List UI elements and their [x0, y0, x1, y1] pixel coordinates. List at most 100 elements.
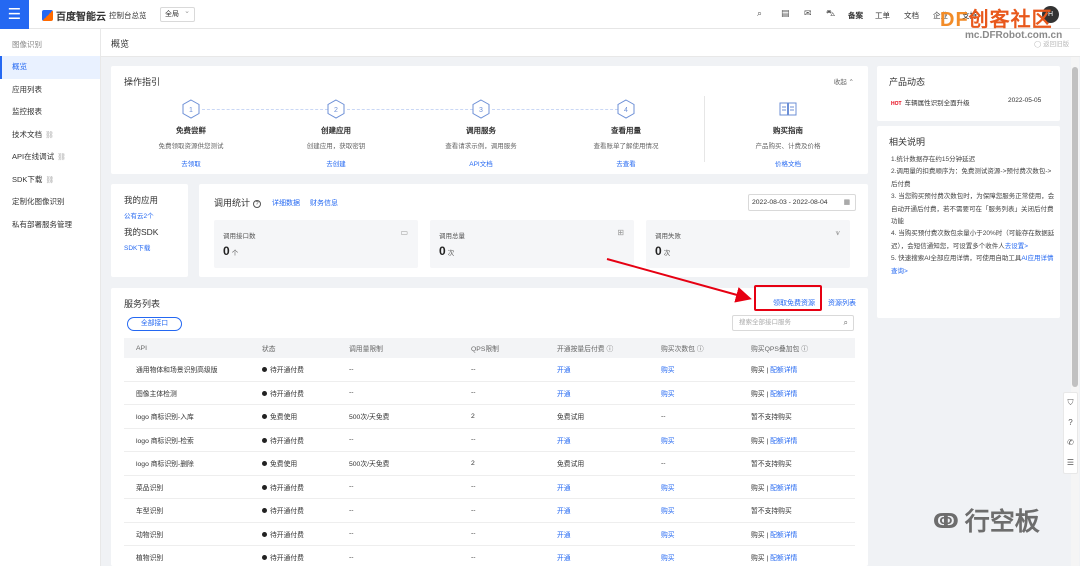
sidebar-item-monitor[interactable]: 监控报表 [0, 101, 100, 124]
page-header: 概览 ◯ 返回旧版 [101, 29, 1080, 57]
brand-logo[interactable]: 百度智能云 [42, 8, 106, 23]
shield-icon[interactable]: ⛉ [1064, 393, 1077, 413]
all-interfaces-button[interactable]: 全部接口 [127, 317, 182, 331]
cell-postpaid-action[interactable]: 开通 [551, 364, 655, 374]
quota-detail-link[interactable]: 配额详情 [768, 555, 797, 562]
sidebar-item-sdk[interactable]: SDK下载 ⛓ [0, 169, 100, 192]
cell-qps-package-action[interactable]: 购买 | 配额详情 [745, 482, 855, 492]
cell-qps-package-action[interactable]: 购买 | 配额详情 [745, 529, 855, 539]
cell-qps-package-action[interactable]: 购买 | 配额详情 [745, 435, 855, 445]
resource-list-link[interactable]: 资源列表 [828, 298, 856, 308]
cell-qps-package-action: 暂不支持购买 [751, 414, 792, 422]
cell-postpaid-action[interactable]: 开通 [551, 552, 655, 562]
book-icon [778, 99, 798, 119]
note-item: 3. 当您购买预付费次数包时，为保障您服务正常使用，会自动开通后付费，若不需要可… [891, 193, 1055, 226]
cart-icon[interactable]: ⛍ [826, 8, 835, 20]
step-link-api-docs[interactable]: API文档 [411, 158, 551, 168]
help-icon[interactable]: ? [1064, 413, 1077, 433]
topbar-docs[interactable]: 文档 [904, 10, 919, 21]
sidebar-item-private[interactable]: 私有部署服务管理 [0, 214, 100, 237]
cell-call-limit: -- [349, 506, 354, 514]
cell-postpaid-action[interactable]: 开通 [551, 482, 655, 492]
cell-package-action[interactable]: 购买 [655, 482, 745, 492]
service-search-input[interactable]: 搜索全部接口服务 ⌕ [732, 315, 854, 331]
cell-postpaid-action[interactable]: 开通 [551, 529, 655, 539]
claim-free-resource-link[interactable]: 领取免费资源 [773, 298, 815, 308]
cell-qps-package-action[interactable]: 购买 | 配额详情 [745, 364, 855, 374]
quota-detail-link[interactable]: 配额详情 [768, 367, 797, 374]
col-qps-package: 购买QPS叠加包 ⓘ [751, 346, 809, 353]
cell-status: 免费使用 [256, 458, 343, 468]
phone-icon[interactable]: ✆ [1064, 433, 1077, 453]
status-dot [262, 461, 267, 467]
notes-list: 1.统计数据存在约15分钟延迟 2.调用量的扣费顺序为：免费测试资源->预付费次… [891, 154, 1056, 278]
date-range-picker[interactable]: 2022-08-03 - 2022-08-04 ▦ [748, 194, 856, 211]
cell-qps-package-action[interactable]: 购买 | 配额详情 [745, 388, 855, 398]
cell-package-action[interactable]: 购买 [655, 529, 745, 539]
step-link-view[interactable]: 去查看 [556, 158, 696, 168]
finance-info-link[interactable]: 财务信息 [310, 198, 338, 208]
cell-api-name: 图像主体检测 [136, 390, 177, 398]
sdk-download-link[interactable]: SDK下载 [124, 242, 150, 252]
quota-detail-link[interactable]: 配额详情 [768, 532, 797, 539]
menu-icon[interactable]: ☰ [0, 0, 29, 29]
detail-data-link[interactable]: 详细数据 [272, 198, 300, 208]
cell-postpaid-action[interactable]: 开通 [551, 505, 655, 515]
svg-text:3: 3 [479, 107, 483, 114]
buy-link[interactable]: 购买 [751, 391, 766, 398]
public-cloud-app-count-link[interactable]: 公有云2个 [124, 210, 154, 220]
buy-link[interactable]: 购买 [751, 367, 766, 374]
buy-link[interactable]: 购买 [751, 485, 766, 492]
sidebar-item-tech-docs[interactable]: 技术文档 ⛓ [0, 124, 100, 147]
warning-icon: ⩛ [835, 228, 840, 237]
cell-package-action[interactable]: 购买 [655, 388, 745, 398]
collapse-button[interactable]: 收起 ⌃ [834, 76, 854, 86]
status-text: 待开通付费 [270, 390, 304, 398]
scrollbar[interactable] [1071, 57, 1079, 566]
notes-title: 相关说明 [889, 137, 926, 147]
buy-link[interactable]: 购买 [751, 438, 766, 445]
news-item[interactable]: HOT 车辆属性识别全面升级 [891, 97, 970, 107]
sidebar-item-custom[interactable]: 定制化图像识别 [0, 191, 100, 214]
cell-postpaid-action[interactable]: 开通 [551, 388, 655, 398]
step-link-claim[interactable]: 去领取 [121, 158, 261, 168]
help-icon[interactable]: ? [253, 200, 262, 208]
quota-detail-link[interactable]: 配额详情 [768, 391, 797, 398]
wechat-icon: ↂ [933, 511, 959, 533]
buy-link[interactable]: 购买 [751, 555, 766, 562]
search-icon[interactable]: ⌕ [844, 316, 848, 330]
quota-detail-link[interactable]: 配额详情 [768, 438, 797, 445]
cell-package-action[interactable]: 购买 [655, 364, 745, 374]
set-link[interactable]: 去设置> [1005, 243, 1028, 250]
sidebar-item-api-debug[interactable]: API在线调试 ⛓ [0, 146, 100, 169]
region-select[interactable]: 全局 [160, 5, 195, 22]
console-overview-link[interactable]: 控制台总览 [109, 10, 147, 21]
cell-qps-package-action[interactable]: 购买 | 配额详情 [745, 552, 855, 562]
quota-detail-link[interactable]: 配额详情 [768, 485, 797, 492]
cell-postpaid-action[interactable]: 开通 [551, 435, 655, 445]
news-title: 产品动态 [889, 77, 926, 87]
cell-api-name: logo 商标识别-删除 [136, 461, 194, 469]
cell-package-action: -- [661, 459, 666, 467]
topbar-ticket[interactable]: 工单 [875, 10, 890, 21]
top-bar: ☰ 百度智能云 控制台总览 全局 ⌕ ▤ ✉ ⛍ 备案 工单 文档 企业 支持 … [0, 0, 1080, 29]
cell-package-action[interactable]: 购买 [655, 552, 745, 562]
feedback-icon[interactable]: ☰ [1064, 453, 1077, 473]
topbar-filing[interactable]: 备案 [848, 10, 863, 21]
cell-package-action[interactable]: 购买 [655, 435, 745, 445]
message-icon[interactable]: ✉ [804, 8, 812, 19]
document-icon[interactable]: ▤ [781, 8, 790, 19]
cell-package-action[interactable]: 购买 [655, 505, 745, 515]
my-app-title: 我的应用 [124, 195, 159, 205]
sidebar-item-app-list[interactable]: 应用列表 [0, 79, 100, 102]
sidebar-item-overview[interactable]: 概览 [0, 56, 100, 79]
status-dot [262, 414, 267, 420]
price-docs-link[interactable]: 价格文档 [718, 158, 858, 168]
ai-app-link[interactable]: AI应用 [1021, 255, 1040, 262]
buy-link[interactable]: 购买 [751, 532, 766, 539]
step-link-create[interactable]: 去创建 [266, 158, 406, 168]
search-icon[interactable]: ⌕ [757, 8, 762, 19]
table-row: logo 商标识别-删除 免费使用 500次/天免费 2 免费试用 -- 暂不支持购买 [124, 452, 855, 476]
stat-unit: 个 [231, 250, 239, 257]
scrollbar-thumb[interactable] [1072, 67, 1078, 387]
